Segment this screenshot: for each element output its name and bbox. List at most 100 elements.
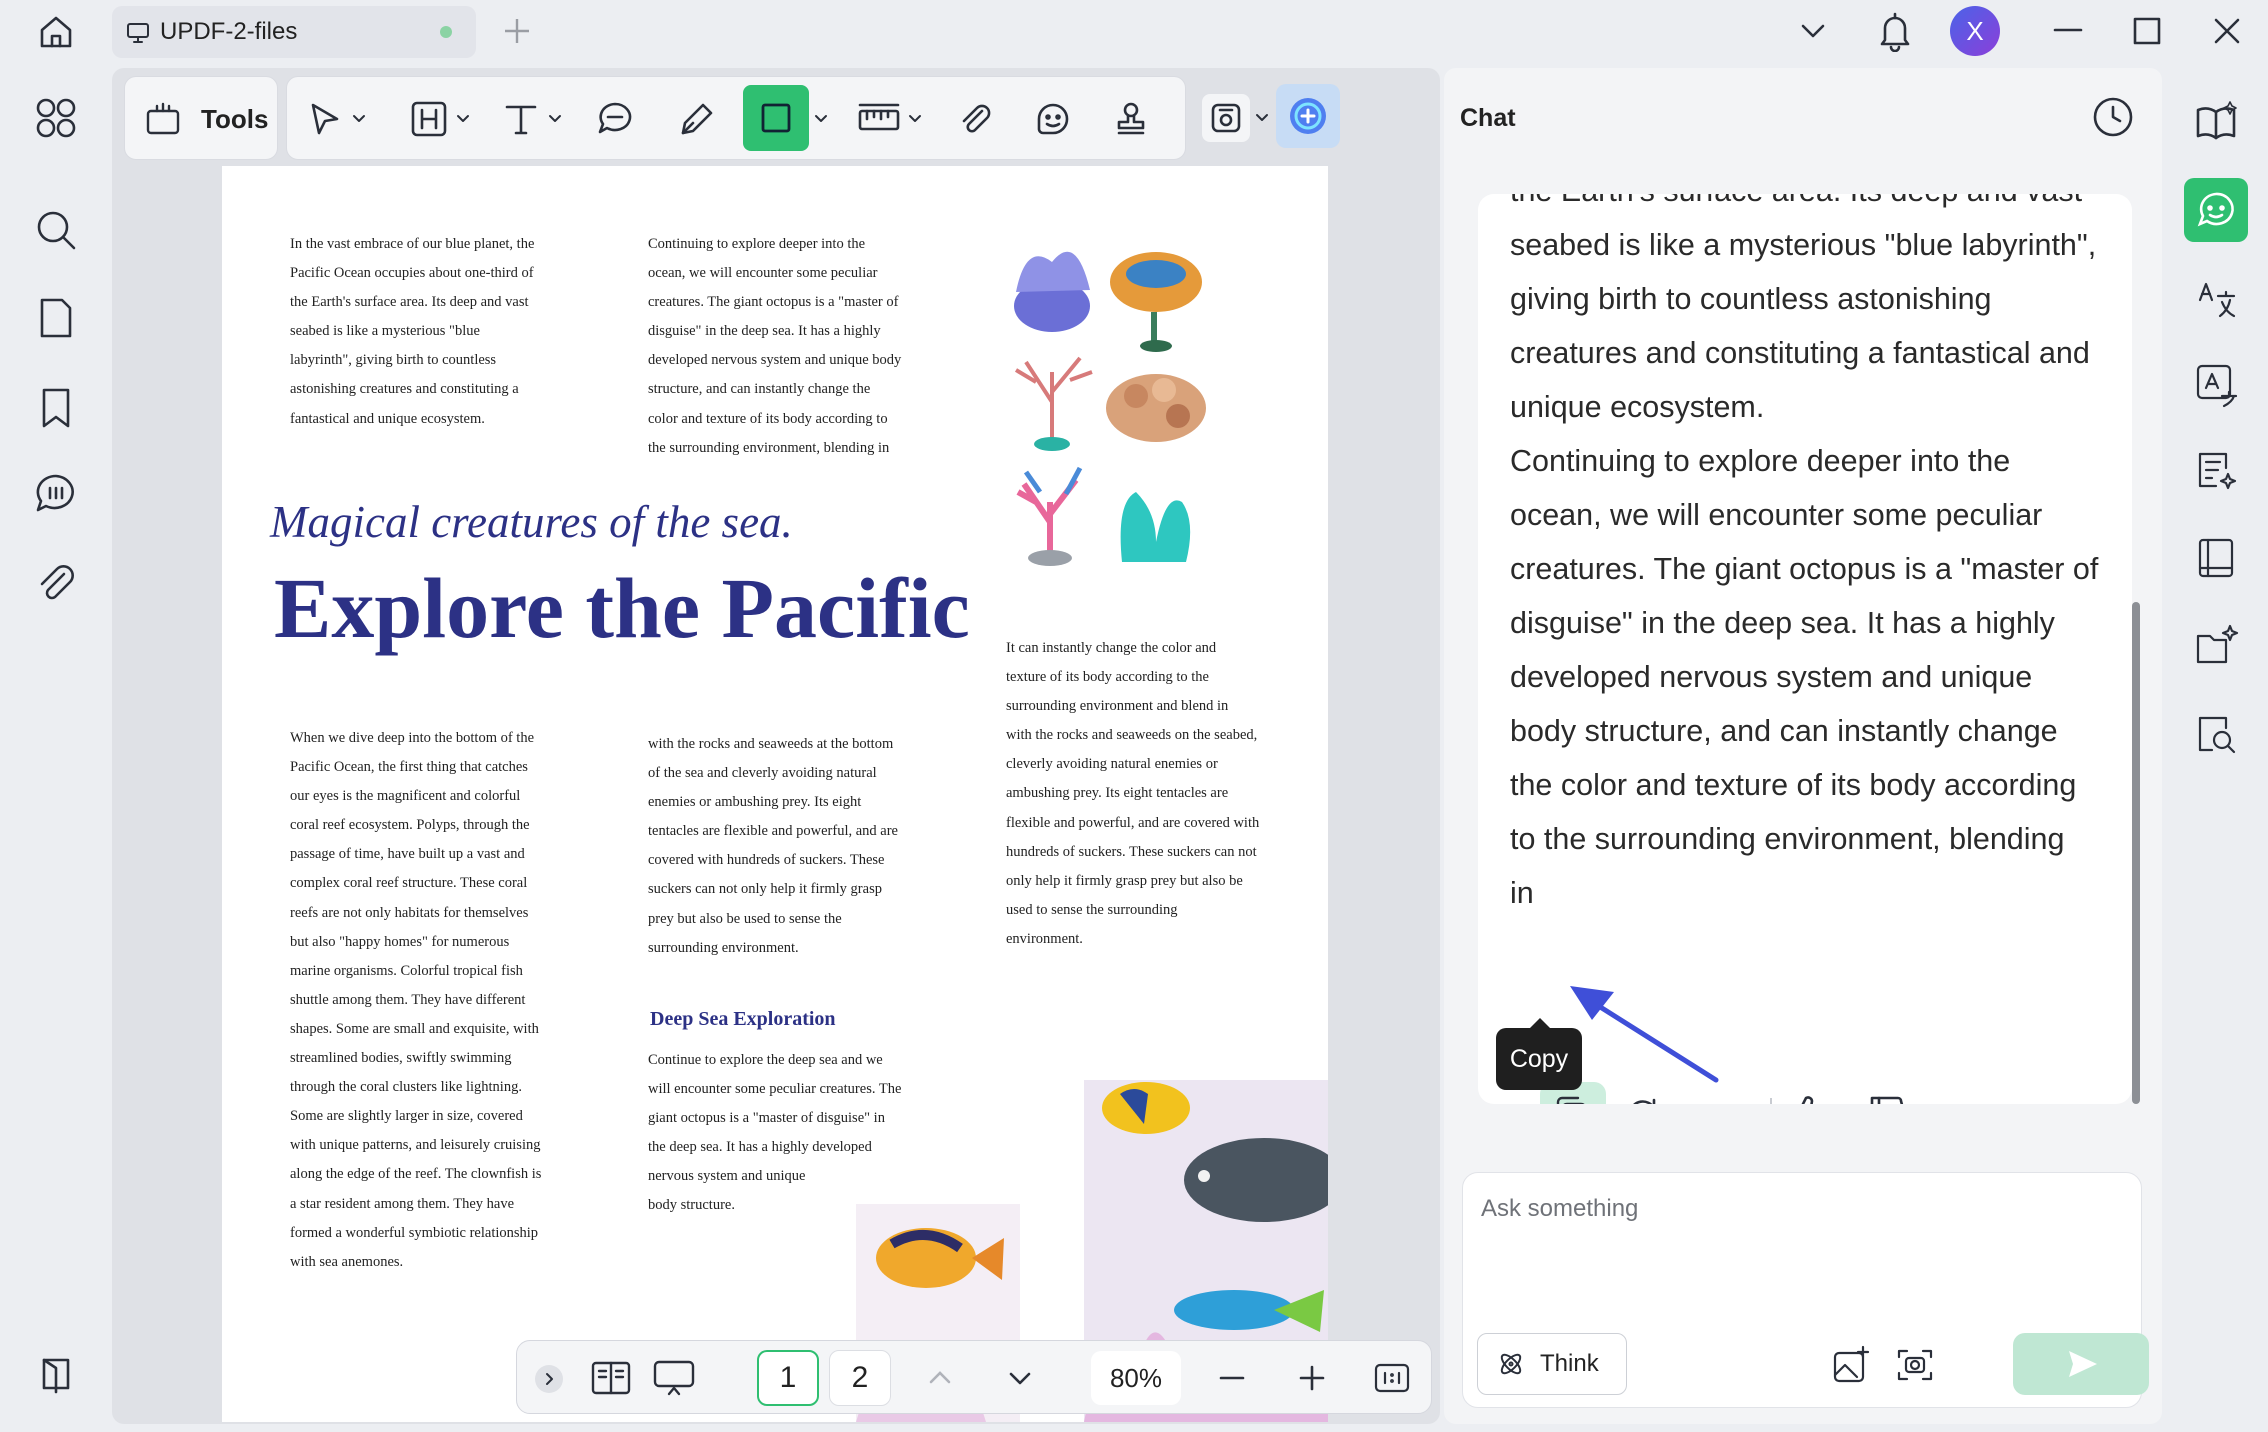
send-button[interactable] (2013, 1333, 2149, 1395)
coral-image-6 (1120, 492, 1191, 562)
screenshot-capture-icon[interactable] (1893, 1343, 1937, 1387)
title-bar: UPDF-2-files X (0, 0, 2268, 62)
unsaved-dot (440, 26, 452, 38)
page-navigation-bar: 1 2 80% (516, 1340, 1432, 1414)
chevron-down-icon[interactable] (351, 111, 367, 127)
think-label: Think (1540, 1350, 1599, 1377)
bookmark-icon[interactable] (28, 380, 84, 436)
tools-group: Tools (124, 76, 278, 160)
next-page-icon[interactable] (1005, 1363, 1035, 1393)
thumbs-down-icon[interactable] (1864, 1090, 1912, 1104)
coral-image-4 (1106, 374, 1206, 442)
right-sidebar (2162, 62, 2268, 1432)
layers-icon[interactable] (28, 1346, 84, 1402)
book-view-icon[interactable] (589, 1357, 633, 1399)
chevron-down-icon[interactable] (1798, 18, 1828, 44)
avatar-initial: X (1966, 15, 1984, 46)
home-icon[interactable] (34, 10, 78, 54)
chevron-down-icon[interactable] (547, 111, 563, 127)
chat-input-placeholder[interactable]: Ask something (1481, 1195, 1638, 1223)
zoom-in-icon[interactable] (1297, 1363, 1327, 1393)
page-thumbnail-icon[interactable] (28, 290, 84, 346)
minimize-icon[interactable] (2052, 18, 2084, 44)
search-document-icon[interactable] (2184, 702, 2248, 766)
heading-icon[interactable] (405, 95, 453, 143)
history-clock-icon[interactable] (2090, 94, 2136, 140)
coral-image-1 (1014, 251, 1090, 332)
paragraph-col3-mid: It can instantly change the color and te… (1006, 640, 1260, 947)
grid-icon[interactable] (28, 90, 84, 146)
chevron-down-icon[interactable] (455, 111, 471, 127)
previous-page-icon[interactable] (925, 1363, 955, 1393)
page-1-button[interactable]: 1 (757, 1350, 819, 1406)
think-button[interactable]: Think (1477, 1333, 1627, 1395)
expand-icon[interactable] (535, 1365, 563, 1393)
search-icon[interactable] (28, 202, 84, 258)
thumbs-up-icon[interactable] (1784, 1090, 1832, 1104)
avatar[interactable]: X (1950, 6, 2000, 56)
select-cursor-icon[interactable] (301, 95, 349, 143)
paragraph-col2-top: Continuing to explore deeper into the oc… (648, 236, 902, 456)
more-options-icon[interactable] (1700, 1092, 1746, 1104)
attachment-icon[interactable] (28, 556, 84, 612)
magazine-title: Explore the Pacific (274, 560, 970, 656)
document-tab[interactable]: UPDF-2-files (112, 6, 476, 58)
zoom-level[interactable]: 80% (1091, 1351, 1181, 1405)
actual-size-icon[interactable] (1373, 1359, 1411, 1397)
ocr-translate-icon[interactable] (2184, 352, 2248, 416)
magazine-subtitle: Magical creatures of the sea. (270, 497, 793, 547)
comment-icon[interactable] (591, 95, 639, 143)
chevron-down-icon[interactable] (907, 111, 923, 127)
stamp-icon[interactable] (1107, 95, 1155, 143)
chat-panel: Chat the Earth's surface area. Its deep … (1444, 68, 2162, 1424)
assistant-message-text: the Earth's surface area. Its deep and v… (1510, 194, 2099, 910)
screenshot-icon[interactable] (1202, 94, 1250, 142)
rectangle-shape-icon[interactable] (743, 85, 809, 151)
bell-icon[interactable] (1876, 10, 1914, 52)
presentation-icon[interactable] (651, 1357, 697, 1399)
folder-ai-icon[interactable] (2184, 614, 2248, 678)
chevron-down-icon[interactable] (1254, 110, 1270, 126)
comment-icon[interactable] (28, 466, 84, 522)
paragraph-col1-top: In the vast embrace of our blue planet, … (290, 236, 535, 427)
attachment-icon[interactable] (951, 95, 999, 143)
tab-title: UPDF-2-files (160, 18, 298, 45)
new-tab-icon[interactable] (502, 16, 532, 46)
paragraph-col1-bottom: When we dive deep into the bottom of the… (290, 730, 542, 1270)
chevron-down-icon[interactable] (813, 111, 829, 127)
page-2-button[interactable]: 2 (829, 1350, 891, 1406)
regenerate-icon[interactable] (1620, 1092, 1666, 1104)
sticker-icon[interactable] (1029, 95, 1077, 143)
pointer-arrow (1566, 978, 1726, 1088)
reader-icon[interactable] (2184, 526, 2248, 590)
section-heading: Deep Sea Exploration (650, 1008, 836, 1030)
left-sidebar (0, 62, 112, 1432)
measure-icon[interactable] (855, 95, 903, 143)
main-toolbar: Tools (120, 76, 1434, 164)
tools-icon[interactable] (139, 95, 187, 143)
summarize-icon[interactable] (2184, 438, 2248, 502)
chat-input-box[interactable]: Ask something Think (1462, 1172, 2149, 1408)
pdf-page: In the vast embrace of our blue planet, … (222, 166, 1328, 1422)
close-icon[interactable] (2212, 16, 2242, 46)
zoom-out-icon[interactable] (1217, 1363, 1247, 1393)
coral-image-2 (1110, 252, 1202, 352)
maximize-icon[interactable] (2132, 16, 2162, 46)
book-ai-icon[interactable] (2184, 90, 2248, 154)
image-upload-icon[interactable] (1829, 1343, 1873, 1387)
page-1-label: 1 (779, 1361, 797, 1394)
ai-assistant-icon[interactable] (1276, 84, 1340, 148)
divider (1770, 1098, 1772, 1104)
chat-title: Chat (1460, 104, 1516, 132)
text-icon[interactable] (497, 95, 545, 143)
atom-icon (1500, 1353, 1522, 1375)
zoom-value: 80% (1109, 1362, 1163, 1393)
tools-label[interactable]: Tools (201, 104, 268, 135)
page-2-label: 2 (851, 1361, 869, 1394)
chat-ai-icon[interactable] (2184, 178, 2248, 242)
annotate-group (286, 76, 1186, 160)
translate-icon[interactable] (2184, 266, 2248, 330)
chat-scrollbar[interactable] (2132, 602, 2140, 1104)
pen-icon[interactable] (673, 95, 721, 143)
copy-tooltip-text: Copy (1509, 1044, 1569, 1073)
